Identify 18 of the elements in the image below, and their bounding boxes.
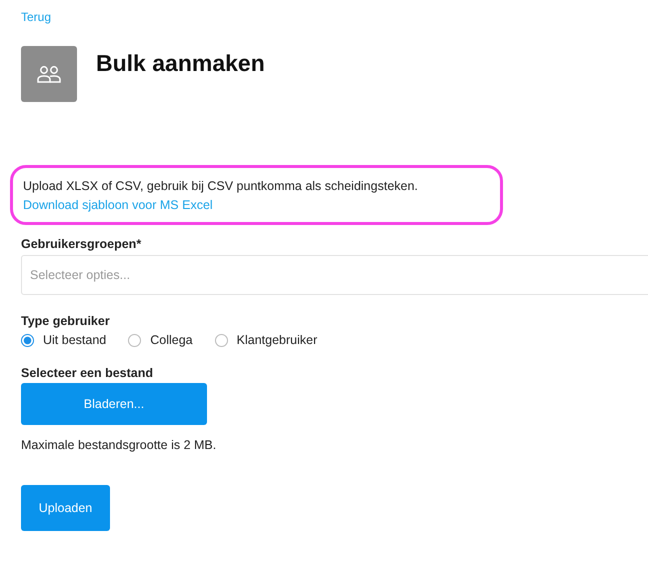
radio-label[interactable]: Collega — [150, 333, 193, 347]
radio-button[interactable] — [128, 334, 142, 346]
file-size-hint: Maximale bestandsgrootte is 2 MB. — [21, 438, 218, 452]
field-label: Type gebruiker — [21, 314, 111, 328]
back-link[interactable]: Terug — [21, 10, 52, 24]
select-field[interactable]: Selecteer opties... — [21, 255, 648, 295]
radio-label[interactable]: Uit bestand — [43, 333, 106, 347]
download-template-link[interactable]: Download sjabloon voor MS Excel — [23, 198, 213, 212]
page-title: Bulk aanmaken — [96, 50, 265, 77]
radio-button[interactable] — [21, 334, 34, 346]
users-icon — [37, 65, 61, 83]
radio-label[interactable]: Klantgebruiker — [236, 333, 318, 347]
upload-instructions: Upload XLSX of CSV, gebruik bij CSV puntkomma als scheidingsteken. — [23, 179, 419, 193]
browse-button[interactable]: Bladeren... — [21, 383, 207, 425]
radio-button[interactable] — [214, 334, 228, 346]
field-label: Selecteer een bestand — [21, 366, 154, 380]
upload-button[interactable]: Uploaden — [21, 485, 110, 531]
field-label: Gebruikersgroepen* — [21, 237, 142, 251]
